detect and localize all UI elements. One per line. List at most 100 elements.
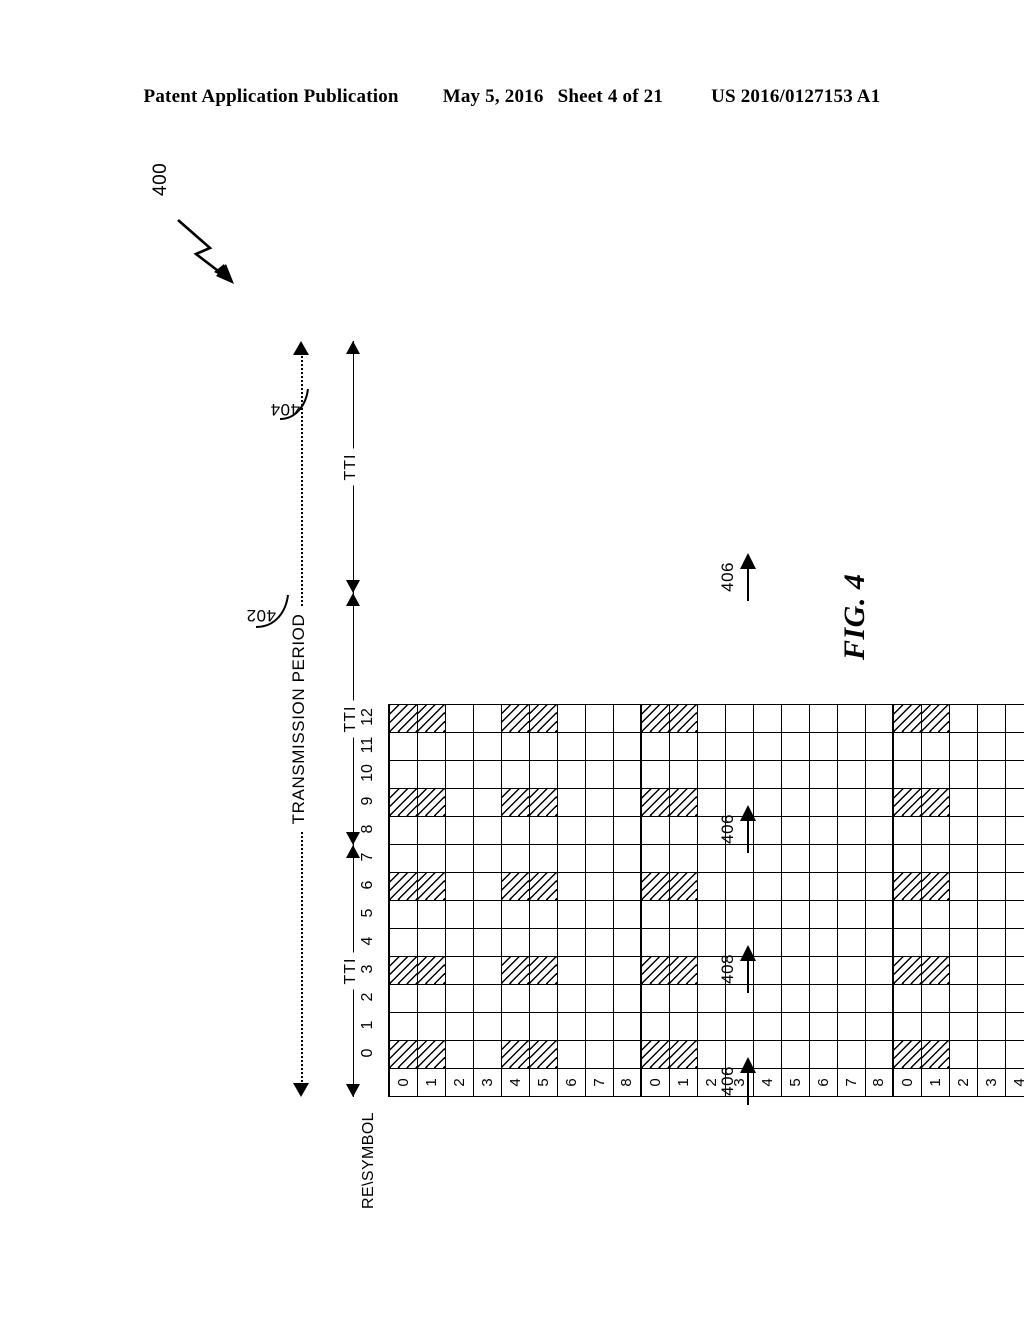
- resource-element-cell-data: [473, 984, 501, 1013]
- resource-element-cell-data: [977, 788, 1005, 817]
- grid-symbol-row: 4: [753, 704, 781, 1097]
- resource-element-cell-data: [613, 956, 641, 985]
- resource-element-cell-data: [865, 704, 893, 733]
- resource-element-cell-reference-signal: [669, 872, 697, 901]
- resource-element-cell-data: [1005, 928, 1024, 957]
- resource-element-cell-data: [921, 928, 949, 957]
- resource-element-cell-data: [613, 984, 641, 1013]
- callout-408-label: 408: [718, 954, 737, 984]
- re-index-label: 4: [359, 936, 376, 946]
- resource-element-cell-data: [809, 788, 837, 817]
- resource-element-cell-data: [949, 900, 977, 929]
- resource-element-cell-reference-signal: [641, 1040, 669, 1069]
- resource-element-cell-data: [809, 1040, 837, 1069]
- resource-element-cell-data: [529, 760, 557, 789]
- resource-element-cell-reference-signal: [921, 788, 949, 817]
- resource-element-cell-data: [977, 816, 1005, 845]
- resource-element-cell-data: [977, 872, 1005, 901]
- symbol-index-header: 7: [585, 1068, 613, 1097]
- resource-element-cell-data: [809, 844, 837, 873]
- resource-element-cell-data: [473, 844, 501, 873]
- resource-element-cell-data: [473, 760, 501, 789]
- tti-span-2: TTI: [336, 341, 370, 593]
- resource-element-cell-data: [585, 732, 613, 761]
- resource-element-cell-data: [949, 928, 977, 957]
- resource-element-cell-reference-signal: [389, 788, 417, 817]
- grid-symbol-row: 1: [417, 704, 445, 1097]
- resource-element-cell-data: [781, 704, 809, 733]
- resource-element-cell-data: [949, 704, 977, 733]
- resource-element-cell-reference-signal: [893, 1040, 921, 1069]
- resource-element-cell-data: [445, 788, 473, 817]
- grid-symbol-row: 2: [445, 704, 473, 1097]
- resource-element-cell-reference-signal: [921, 872, 949, 901]
- resource-element-cell-data: [697, 732, 725, 761]
- resource-element-cell-data: [921, 760, 949, 789]
- resource-element-cell-data: [781, 816, 809, 845]
- resource-element-cell-data: [613, 900, 641, 929]
- symbol-index-header: 1: [417, 1068, 445, 1097]
- resource-element-cell-data: [641, 928, 669, 957]
- resource-element-cell-data: [949, 1040, 977, 1069]
- resource-element-cell-data: [753, 984, 781, 1013]
- tti-label: TTI: [342, 700, 360, 738]
- resource-element-cell-data: [501, 844, 529, 873]
- resource-element-cell-data: [697, 900, 725, 929]
- resource-element-cell-data: [585, 984, 613, 1013]
- resource-element-cell-data: [837, 704, 865, 733]
- resource-element-cell-data: [389, 984, 417, 1013]
- resource-element-cell-data: [557, 788, 585, 817]
- resource-element-cell-data: [613, 760, 641, 789]
- resource-element-cell-data: [501, 816, 529, 845]
- resource-element-cell-data: [473, 1040, 501, 1069]
- symbol-index-header: 2: [445, 1068, 473, 1097]
- resource-element-cell-data: [921, 732, 949, 761]
- resource-element-cell-data: [753, 956, 781, 985]
- reference-numeral-400-label: 400: [150, 162, 171, 196]
- resource-element-cell-data: [809, 872, 837, 901]
- resource-element-cell-data: [389, 732, 417, 761]
- resource-element-cell-data: [697, 760, 725, 789]
- resource-element-cell-data: [949, 760, 977, 789]
- resource-element-cell-reference-signal: [641, 872, 669, 901]
- resource-element-cell-data: [445, 956, 473, 985]
- resource-element-cell-data: [1005, 956, 1024, 985]
- grid-symbol-row: 7: [837, 704, 865, 1097]
- resource-element-cell-data: [557, 984, 585, 1013]
- resource-element-cell-data: [557, 1040, 585, 1069]
- resource-element-cell-data: [585, 844, 613, 873]
- grid-symbol-row: 4: [1005, 704, 1024, 1097]
- resource-element-cell-reference-signal: [641, 704, 669, 733]
- resource-element-cell-data: [977, 760, 1005, 789]
- symbol-index-header: 8: [613, 1068, 641, 1097]
- resource-element-cell-reference-signal: [893, 956, 921, 985]
- resource-element-cell-data: [921, 984, 949, 1013]
- resource-element-cell-data: [389, 844, 417, 873]
- grid-symbol-row: 8: [865, 704, 893, 1097]
- resource-element-cell-data: [837, 872, 865, 901]
- resource-element-cell-data: [445, 928, 473, 957]
- resource-element-cell-data: [641, 732, 669, 761]
- resource-element-cell-data: [893, 1012, 921, 1041]
- symbol-index-header: 0: [389, 1068, 417, 1097]
- resource-element-cell-data: [781, 760, 809, 789]
- resource-element-cell-data: [1005, 984, 1024, 1013]
- resource-element-cell-data: [473, 900, 501, 929]
- resource-grid-table: 012345678012345678012345678: [388, 704, 1024, 1097]
- resource-element-cell-reference-signal: [529, 704, 557, 733]
- resource-element-cell-data: [781, 872, 809, 901]
- resource-element-cell-data: [585, 928, 613, 957]
- resource-element-cell-data: [389, 928, 417, 957]
- resource-element-cell-data: [753, 900, 781, 929]
- resource-element-cell-data: [501, 984, 529, 1013]
- resource-element-cell-data: [865, 844, 893, 873]
- resource-element-cell-data: [949, 984, 977, 1013]
- callout-shaft: [747, 817, 749, 853]
- resource-element-cell-reference-signal: [417, 704, 445, 733]
- figure-area: 400 FIG. 4 TRANSMISSION PERIOD 402 TTI T…: [0, 0, 1024, 1320]
- resource-element-cell-data: [781, 900, 809, 929]
- resource-grid: 012345678012345678012345678: [388, 704, 1024, 1097]
- resource-element-cell-data: [417, 1012, 445, 1041]
- resource-element-cell-data: [669, 844, 697, 873]
- resource-element-cell-data: [501, 928, 529, 957]
